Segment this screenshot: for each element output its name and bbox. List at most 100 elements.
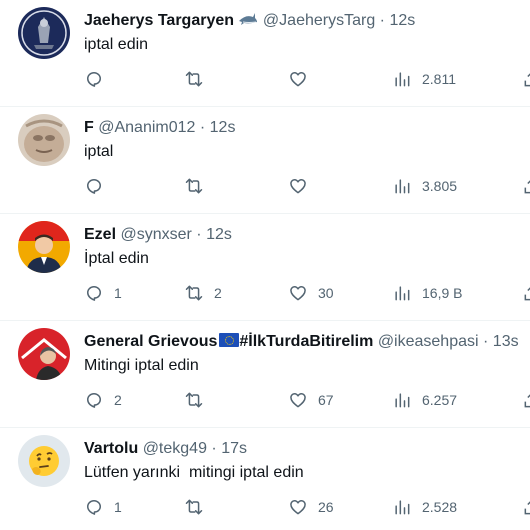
display-name[interactable]: Vartolu xyxy=(84,440,138,457)
reply-icon xyxy=(84,497,104,517)
heart-icon xyxy=(288,176,308,196)
views-count: 6.257 xyxy=(422,392,458,408)
share-button[interactable] xyxy=(522,174,530,198)
display-name[interactable]: Jaeherys Targaryen xyxy=(84,12,234,29)
separator-dot: · xyxy=(199,119,206,136)
separator-dot: · xyxy=(379,12,385,29)
views-button[interactable]: 2.528 xyxy=(392,495,457,519)
retweet-icon xyxy=(184,69,204,89)
timestamp[interactable]: 12s xyxy=(210,119,236,136)
timestamp[interactable]: 12s xyxy=(389,12,415,29)
heart-icon xyxy=(288,69,308,89)
tweet-header: Jaeherys Targaryen @JaeherysTarg · 12s xyxy=(84,10,415,34)
user-handle[interactable]: @tekg49 xyxy=(143,440,207,457)
like-button[interactable]: 26 xyxy=(288,495,334,519)
reply-icon xyxy=(84,283,104,303)
views-button[interactable]: 3.805 xyxy=(392,174,457,198)
views-count: 3.805 xyxy=(422,178,458,194)
tweet-text: iptal edin xyxy=(84,36,149,53)
reply-button[interactable]: 1 xyxy=(84,281,122,305)
tweet-actions: 1 2 30 16,9 B xyxy=(84,281,530,305)
like-count: 30 xyxy=(318,285,334,301)
share-icon xyxy=(522,176,530,196)
tweet-actions: 1 26 2.528 xyxy=(84,495,530,519)
reply-icon xyxy=(84,176,104,196)
tweet[interactable]: Ezel @synxser · 12s İptal edin 1 2 30 16… xyxy=(0,214,530,321)
analytics-icon xyxy=(392,497,412,517)
retweet-icon xyxy=(184,283,204,303)
separator-dot: · xyxy=(483,333,489,350)
views-button[interactable]: 16,9 B xyxy=(392,281,462,305)
share-button[interactable] xyxy=(522,67,530,91)
timestamp[interactable]: 12s xyxy=(206,226,232,243)
share-button[interactable] xyxy=(522,281,530,305)
eu-flag-icon xyxy=(219,333,240,347)
retweet-icon xyxy=(184,176,204,196)
retweet-button[interactable] xyxy=(184,495,214,519)
shark-icon xyxy=(238,11,258,34)
share-icon xyxy=(522,390,530,410)
tweet[interactable]: F @Ananim012 · 12s iptal 3.805 xyxy=(0,107,530,214)
views-button[interactable]: 2.811 xyxy=(392,67,456,91)
analytics-icon xyxy=(392,69,412,89)
reply-icon xyxy=(84,390,104,410)
avatar[interactable] xyxy=(18,114,70,166)
user-handle[interactable]: @synxser xyxy=(120,226,191,243)
tweet[interactable]: Jaeherys Targaryen @JaeherysTarg · 12s i… xyxy=(0,0,530,107)
separator-dot: · xyxy=(196,226,202,243)
reply-icon xyxy=(84,69,104,89)
tweet-header: General Grievous #İlkTurdaBitirelim @ikea… xyxy=(84,331,519,353)
like-button[interactable]: 67 xyxy=(288,388,334,412)
like-count: 26 xyxy=(318,499,334,515)
avatar[interactable] xyxy=(18,435,70,487)
share-button[interactable] xyxy=(522,388,530,412)
tweet[interactable]: General Grievous #İlkTurdaBitirelim @ikea… xyxy=(0,321,530,428)
tweet-text: Mitingi iptal edin xyxy=(84,357,199,374)
reply-count: 1 xyxy=(114,499,122,515)
share-icon xyxy=(522,283,530,303)
user-handle[interactable]: @Ananim012 xyxy=(98,119,195,136)
analytics-icon xyxy=(392,283,412,303)
tweet-actions: 2.811 xyxy=(84,67,530,91)
like-count: 67 xyxy=(318,392,334,408)
avatar[interactable] xyxy=(18,7,70,59)
retweet-button[interactable] xyxy=(184,174,214,198)
tweet[interactable]: Vartolu @tekg49 · 17s Lütfen yarınki mit… xyxy=(0,428,530,530)
reply-button[interactable]: 2 xyxy=(84,388,122,412)
display-name[interactable]: General Grievous xyxy=(84,333,217,350)
retweet-icon xyxy=(184,497,204,517)
reply-button[interactable]: 1 xyxy=(84,495,122,519)
share-button[interactable] xyxy=(522,495,530,519)
heart-icon xyxy=(288,283,308,303)
user-handle[interactable]: @ikeasehpasi xyxy=(378,333,479,350)
display-name[interactable]: F xyxy=(84,119,94,136)
retweet-button[interactable] xyxy=(184,388,214,412)
timestamp[interactable]: 17s xyxy=(221,440,247,457)
tweet-text: Lütfen yarınki mitingi iptal edin xyxy=(84,464,304,481)
views-button[interactable]: 6.257 xyxy=(392,388,457,412)
heart-icon xyxy=(288,390,308,410)
reply-button[interactable] xyxy=(84,67,114,91)
share-icon xyxy=(522,69,530,89)
share-icon xyxy=(522,497,530,517)
like-button[interactable] xyxy=(288,174,318,198)
avatar[interactable] xyxy=(18,221,70,273)
timestamp[interactable]: 13s xyxy=(493,333,519,350)
avatar[interactable] xyxy=(18,328,70,380)
heart-icon xyxy=(288,497,308,517)
display-name[interactable]: Ezel xyxy=(84,226,116,243)
views-count: 2.528 xyxy=(422,499,458,515)
reply-count: 1 xyxy=(114,285,122,301)
like-button[interactable]: 30 xyxy=(288,281,334,305)
tweet-header: Ezel @synxser · 12s xyxy=(84,224,232,246)
retweet-button[interactable]: 2 xyxy=(184,281,222,305)
tweet-header: F @Ananim012 · 12s xyxy=(84,117,235,139)
retweet-button[interactable] xyxy=(184,67,214,91)
like-button[interactable] xyxy=(288,67,318,91)
user-handle[interactable]: @JaeherysTarg xyxy=(263,12,375,29)
tweet-actions: 2 67 6.257 xyxy=(84,388,530,412)
tweet-text: İptal edin xyxy=(84,250,149,267)
tweet-text: iptal xyxy=(84,143,114,160)
reply-button[interactable] xyxy=(84,174,114,198)
display-name-hashtag[interactable]: #İlkTurdaBitirelim xyxy=(239,333,373,350)
